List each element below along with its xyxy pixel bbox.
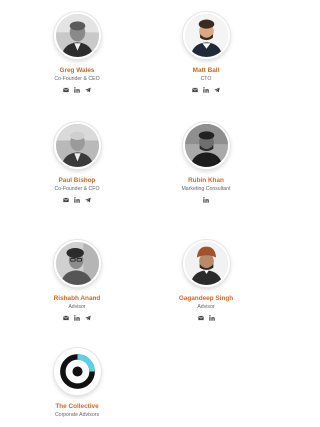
email-icon[interactable] bbox=[197, 315, 204, 321]
member-role: Marketing Consultant bbox=[181, 186, 231, 192]
team-member-card: Matt Ball CTO bbox=[146, 12, 266, 94]
member-name: Matt Ball bbox=[192, 67, 220, 74]
social-links bbox=[146, 86, 266, 94]
email-icon[interactable] bbox=[63, 87, 69, 93]
avatar bbox=[182, 122, 230, 169]
social-links bbox=[146, 196, 266, 204]
member-role: Advisor bbox=[197, 304, 215, 310]
email-icon[interactable] bbox=[63, 315, 69, 321]
member-name: The Collective bbox=[55, 403, 99, 410]
linkedin-icon[interactable] bbox=[203, 197, 209, 203]
social-links bbox=[17, 86, 137, 94]
member-name: Gagandeep Singh bbox=[178, 295, 234, 302]
team-member-card: Rishabh Anand Advisor bbox=[17, 240, 137, 322]
telegram-icon[interactable] bbox=[85, 87, 91, 93]
social-links bbox=[146, 314, 266, 322]
linkedin-icon[interactable] bbox=[74, 315, 80, 321]
social-links bbox=[17, 196, 137, 204]
team-member-card: Paul Bishop Co-Founder & CFO bbox=[17, 122, 137, 204]
linkedin-icon[interactable] bbox=[74, 87, 80, 93]
linkedin-icon[interactable] bbox=[208, 315, 215, 321]
team-member-card: Rubin Khan Marketing Consultant bbox=[146, 122, 266, 204]
avatar bbox=[182, 12, 230, 59]
linkedin-icon[interactable] bbox=[74, 197, 80, 203]
team-member-card: The Collective Corporate Advisors bbox=[17, 348, 137, 419]
member-name: Greg Wales bbox=[59, 67, 95, 74]
team-member-card: Greg Wales Co-Founder & CEO bbox=[17, 12, 137, 94]
telegram-icon[interactable] bbox=[214, 87, 220, 93]
team-member-card: Gagandeep Singh Advisor bbox=[146, 240, 266, 322]
avatar bbox=[182, 240, 230, 287]
member-role: Advisor bbox=[68, 304, 86, 310]
linkedin-icon[interactable] bbox=[203, 87, 209, 93]
member-role: Co-Founder & CFO bbox=[54, 186, 100, 192]
member-name: Rubin Khan bbox=[188, 177, 224, 184]
collective-logo bbox=[55, 350, 99, 393]
member-role: Co-Founder & CEO bbox=[54, 76, 100, 82]
email-icon[interactable] bbox=[192, 87, 198, 93]
avatar bbox=[53, 12, 101, 59]
avatar bbox=[53, 348, 101, 395]
member-role: Corporate Advisors bbox=[54, 412, 100, 418]
social-links bbox=[17, 314, 137, 322]
member-name: Rishabh Anand bbox=[53, 295, 101, 302]
telegram-icon[interactable] bbox=[85, 315, 91, 321]
member-role: CTO bbox=[200, 76, 212, 82]
avatar bbox=[53, 240, 101, 287]
avatar bbox=[53, 122, 101, 169]
email-icon[interactable] bbox=[63, 197, 69, 203]
telegram-icon[interactable] bbox=[85, 197, 91, 203]
member-name: Paul Bishop bbox=[58, 177, 96, 184]
